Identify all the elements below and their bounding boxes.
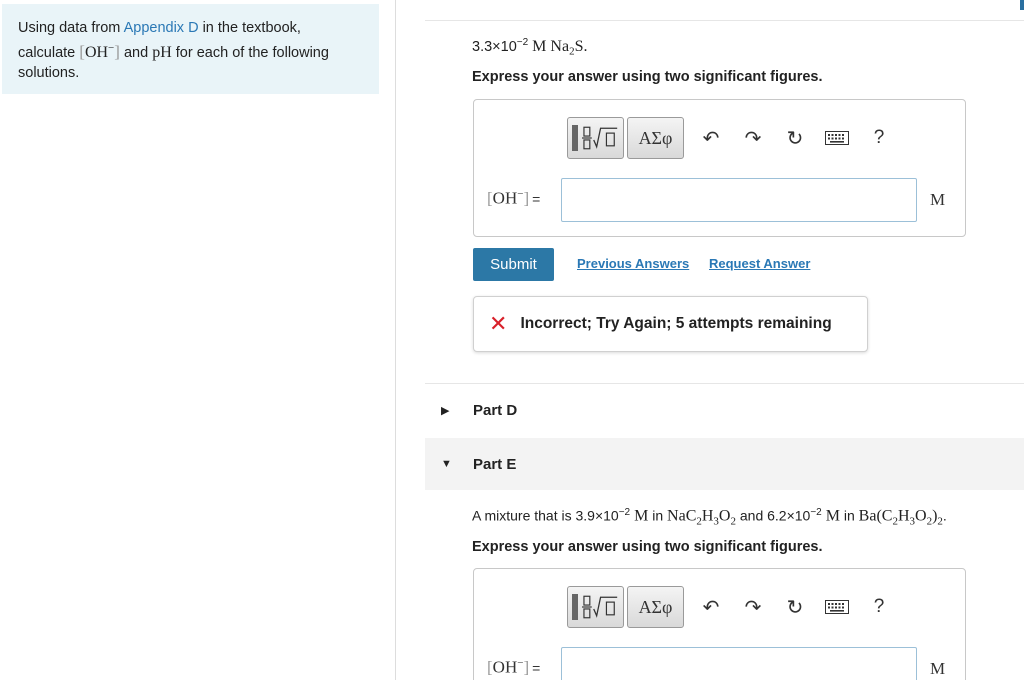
redo-icon[interactable]: ↷ [732,117,774,159]
species: NaC [667,507,697,525]
oh-formula: OH [84,43,109,61]
unit-label: M [930,659,946,678]
concentration-coef: 6.2×10 [767,507,811,524]
math-toolbar: ΑΣφ ↶ ↷ ↻ ? [567,586,900,628]
concentration-coef: 3.3×10 [472,38,517,55]
question-text: . [942,507,947,524]
oh-answer-input[interactable] [561,178,917,222]
part-e-instruction: Express your answer using two significan… [472,539,823,555]
expanded-triangle-icon: ▼ [441,458,452,470]
feedback-message: Incorrect; Try Again; 5 attempts remaini… [520,315,832,332]
concentration-exp: −2 [618,507,631,518]
molar-unit: M [528,37,551,55]
question-text: in [839,507,859,524]
redo-icon[interactable]: ↷ [732,586,774,628]
part-e-question: A mixture that is 3.9×10−2 M in NaC2H3O2… [472,507,947,527]
species: Na [550,37,570,55]
feedback-box: ✕ Incorrect; Try Again; 5 attempts remai… [473,296,868,352]
question-text: in [648,507,668,524]
intro-line-1: Using data from Appendix D in the textbo… [18,18,363,38]
intro-text: for each of the following [171,44,329,61]
answer-variable: [OH−] = [487,188,540,209]
collapsed-triangle-icon: ▶ [441,404,450,417]
answer-var-name: OH [492,188,518,208]
greek-symbols-button[interactable]: ΑΣφ [627,586,684,628]
answer-variable: [OH−] = [487,657,540,678]
keyboard-icon[interactable] [816,586,858,628]
keyboard-icon[interactable] [816,117,858,159]
undo-icon[interactable]: ↶ [690,117,732,159]
equals-sign: = [532,659,541,676]
concentration-exp: −2 [810,507,822,518]
keyboard-glyph [825,600,849,614]
intro-line-2: calculate [OH−] and pH for each of the f… [18,38,363,63]
concentration-exp: −2 [516,37,529,48]
intro-panel: Using data from Appendix D in the textbo… [2,4,379,94]
templates-button[interactable] [567,117,624,159]
cursor-icon [572,125,578,151]
keyboard-glyph [825,131,849,145]
bracket-close: ] [523,657,530,677]
appendix-d-link[interactable]: Appendix D [124,20,199,36]
question-text: and [735,507,768,524]
fraction-sqrt-icon [581,595,618,619]
greek-symbols-button[interactable]: ΑΣφ [627,117,684,159]
equals-sign: = [532,190,541,207]
panel-divider [395,0,396,680]
species: O [915,507,927,525]
molar-unit: M [630,507,649,525]
answer-var-name: OH [492,657,518,677]
part-c-answer-box: ΑΣφ ↶ ↷ ↻ ? [OH−] = M [473,99,966,237]
top-divider [425,20,1024,21]
question-text: A mixture that is [472,507,576,524]
bracket-close: ] [523,188,530,208]
part-c-instruction: Express your answer using two significan… [472,69,823,85]
molar-unit: M [821,507,840,525]
unit-label: M [930,190,946,209]
reset-icon[interactable]: ↻ [774,586,816,628]
concentration-coef: 3.9×10 [575,507,619,524]
intro-text: calculate [18,44,80,61]
species-end: S. [574,37,588,55]
part-d-header[interactable]: ▶ Part D [425,384,1024,436]
species: Ba(C [858,507,893,525]
part-c-question: 3.3×10−2 M Na2S. [472,37,587,58]
species: O [718,507,731,525]
part-e-label: Part E [473,455,517,473]
help-icon[interactable]: ? [858,117,900,159]
request-answer-link[interactable]: Request Answer [709,256,810,271]
help-icon[interactable]: ? [858,586,900,628]
templates-button[interactable] [567,586,624,628]
math-toolbar: ΑΣφ ↶ ↷ ↻ ? [567,117,900,159]
fraction-sqrt-icon [581,126,618,150]
scroll-accent [1020,0,1024,10]
part-e-header[interactable]: ▼ Part E [425,438,1024,490]
intro-text: Using data from [18,20,124,36]
submit-button[interactable]: Submit [473,248,554,281]
ph-formula: pH [152,43,172,61]
part-d-label: Part D [473,401,518,419]
intro-line-3: solutions. [18,64,80,81]
oh-answer-input[interactable] [561,647,917,680]
reset-icon[interactable]: ↻ [774,117,816,159]
part-e-answer-box: ΑΣφ ↶ ↷ ↻ ? [OH−] = M [473,568,966,680]
intro-text: and [119,44,153,61]
species: H [897,507,910,525]
undo-icon[interactable]: ↶ [690,586,732,628]
cursor-icon [572,594,578,620]
previous-answers-link[interactable]: Previous Answers [577,256,689,271]
species: H [701,507,714,525]
error-x-icon: ✕ [489,311,508,336]
intro-text: in the textbook, [198,20,301,36]
